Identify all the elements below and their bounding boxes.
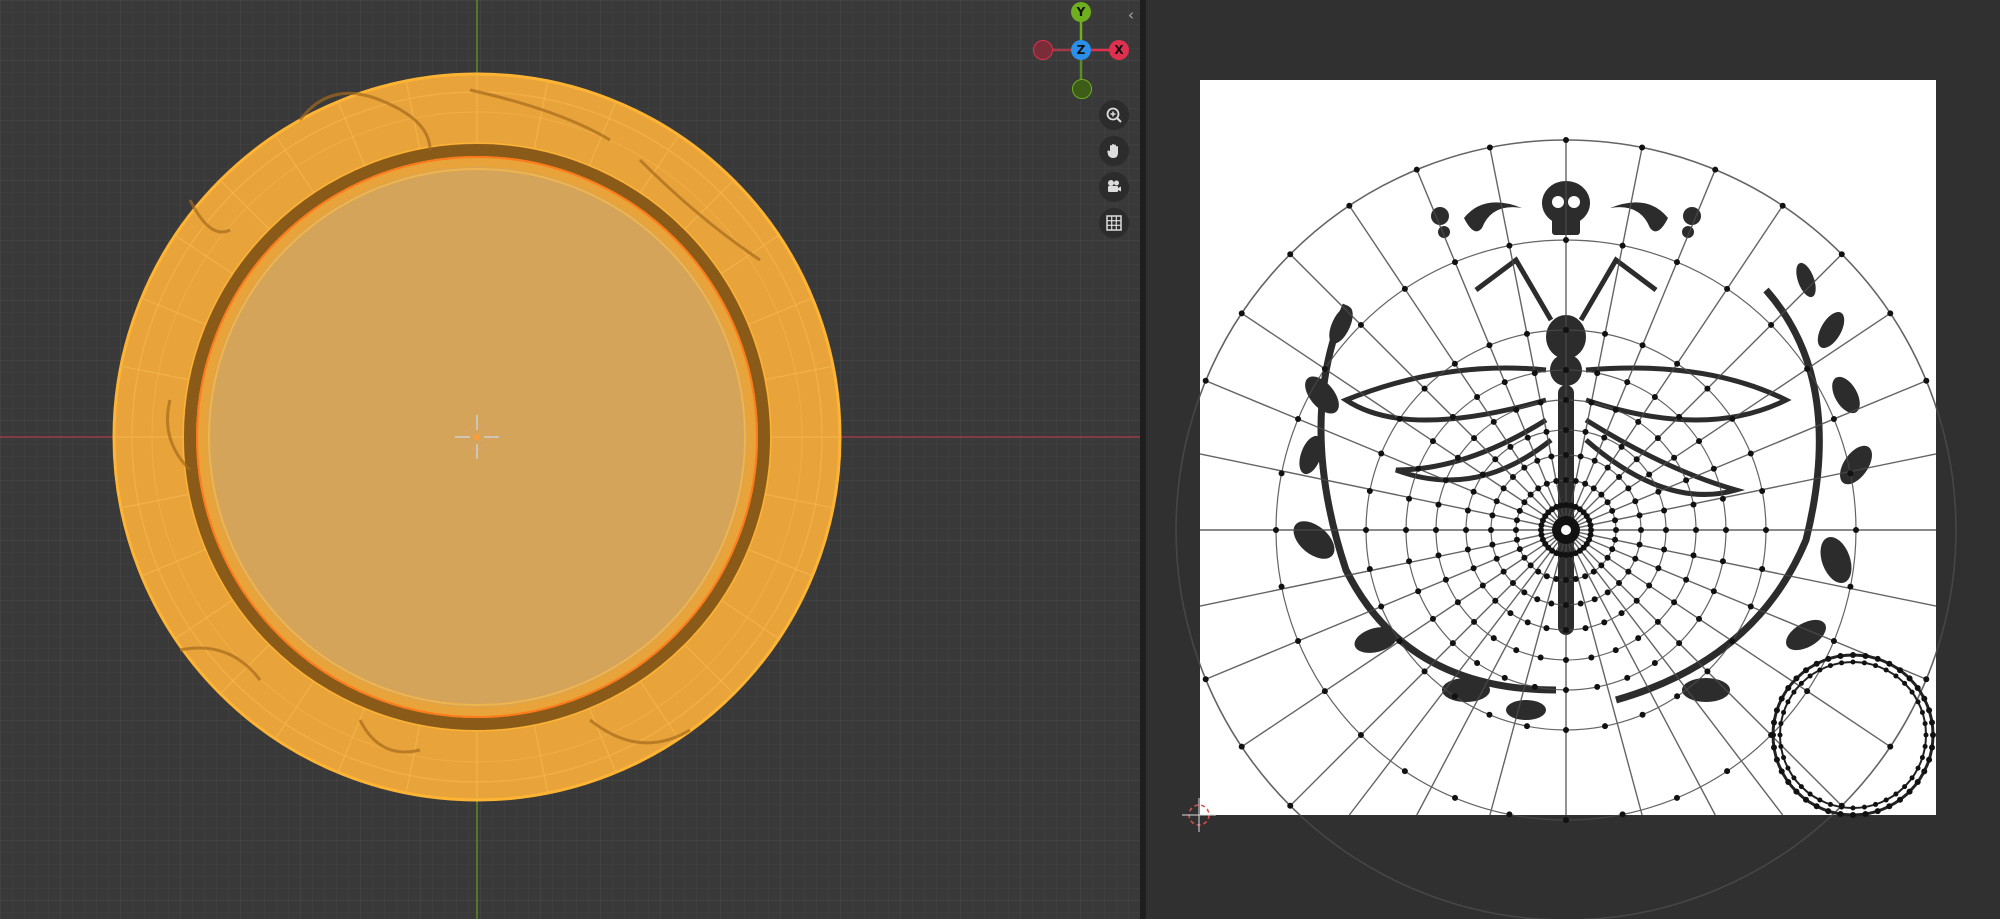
3d-viewport[interactable]: Y Z X ‹ — [0, 0, 1140, 919]
sidebar-collapse-icon[interactable]: ‹ — [1128, 6, 1134, 24]
gizmo-x-label: X — [1114, 43, 1124, 57]
pan-button[interactable] — [1099, 136, 1129, 166]
viewport-canvas[interactable] — [0, 0, 1140, 919]
grid-icon — [1105, 214, 1123, 232]
uv-editor[interactable] — [1146, 0, 2000, 919]
zoom-icon — [1105, 106, 1123, 124]
gizmo-neg-y-axis[interactable] — [1072, 79, 1092, 99]
zoom-button[interactable] — [1099, 100, 1129, 130]
pan-hand-icon — [1105, 142, 1123, 160]
gizmo-neg-x-axis[interactable] — [1033, 40, 1053, 60]
gizmo-y-label: Y — [1076, 5, 1086, 19]
gizmo-y-axis[interactable]: Y — [1071, 2, 1091, 22]
camera-view-button[interactable] — [1099, 172, 1129, 202]
camera-icon — [1105, 178, 1123, 196]
gizmo-z-axis[interactable]: Z — [1071, 40, 1091, 60]
perspective-toggle-button[interactable] — [1099, 208, 1129, 238]
gizmo-x-axis[interactable]: X — [1109, 40, 1129, 60]
uv-canvas[interactable] — [1146, 0, 2000, 919]
gizmo-z-label: Z — [1076, 43, 1086, 57]
